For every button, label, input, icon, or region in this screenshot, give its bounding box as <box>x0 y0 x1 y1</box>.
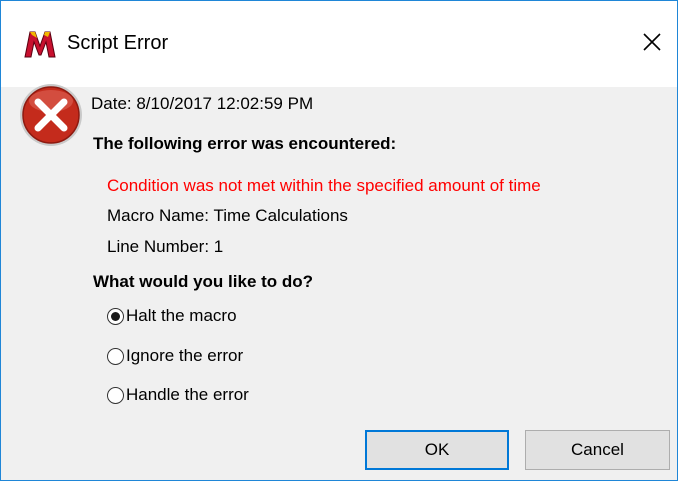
error-x-icon <box>17 81 85 149</box>
title-bar: Script Error <box>1 1 677 87</box>
radio-ignore-error[interactable]: Ignore the error <box>107 346 243 366</box>
close-icon <box>642 32 662 57</box>
radio-circle[interactable] <box>107 347 124 365</box>
radio-label: Handle the error <box>126 385 249 404</box>
action-question: What would you like to do? <box>93 272 314 291</box>
radio-handle-error[interactable]: Handle the error <box>107 385 249 405</box>
app-logo-icon <box>23 29 57 59</box>
line-number: Line Number: 1 <box>107 237 224 256</box>
error-date: Date: 8/10/2017 12:02:59 PM <box>91 94 314 113</box>
macro-name: Macro Name: Time Calculations <box>107 206 348 225</box>
script-error-dialog: Script Error Date: 8/10/2017 12:02:59 PM… <box>0 0 678 481</box>
radio-label: Halt the macro <box>126 306 237 325</box>
close-button[interactable] <box>635 27 669 61</box>
radio-label: Ignore the error <box>126 346 244 365</box>
error-heading: The following error was encountered: <box>93 134 397 153</box>
error-message: Condition was not met within the specifi… <box>107 176 541 195</box>
radio-circle[interactable] <box>107 386 124 404</box>
radio-halt-macro[interactable]: Halt the macro <box>107 306 237 326</box>
cancel-button[interactable]: Cancel <box>525 430 670 470</box>
ok-button[interactable]: OK <box>365 430 509 470</box>
radio-circle-checked[interactable] <box>107 307 124 325</box>
window-title: Script Error <box>67 32 169 54</box>
